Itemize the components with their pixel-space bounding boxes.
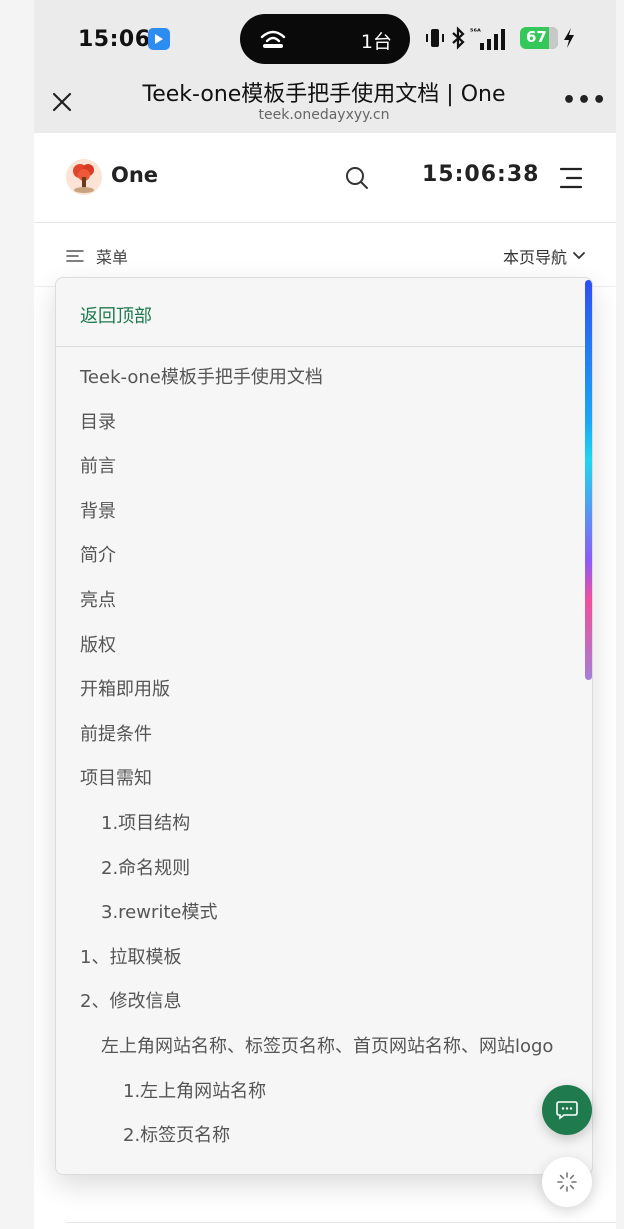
left-gutter <box>0 0 34 1229</box>
scrollbar-thumb[interactable] <box>585 280 592 680</box>
page-title: Teek-one模板手把手使用文档 | One <box>142 82 506 107</box>
battery-indicator: 67 <box>520 27 558 49</box>
menu-label: 菜单 <box>96 248 129 267</box>
divider <box>56 346 586 347</box>
dynamic-island: 1台 <box>240 14 410 64</box>
right-gutter <box>616 0 624 1229</box>
status-icons: ⁵⁶ᴬ 67 <box>424 26 584 52</box>
outline-item[interactable]: 版权 <box>56 631 586 676</box>
signal-icon: ⁵⁶ᴬ <box>470 27 505 50</box>
browser-title-bar: Teek-one模板手把手使用文档 | One teek.onedayxyy.c… <box>34 80 616 133</box>
status-time: 15:06 <box>78 27 151 52</box>
divider <box>66 1222 616 1223</box>
outline-item[interactable]: 开箱即用版 <box>56 675 586 720</box>
outline-item[interactable]: 前提条件 <box>56 720 586 765</box>
site-clock: 15:06:38 <box>422 162 540 187</box>
outline-item[interactable]: 3.rewrite模式 <box>56 898 586 943</box>
outline-item[interactable]: 1、拉取模板 <box>56 943 586 988</box>
list-icon <box>66 250 84 262</box>
outline-item[interactable]: 左上角网站名称、标签页名称、首页网站名称、网站logo <box>56 1032 586 1077</box>
outline-label: 本页导航 <box>502 248 567 267</box>
status-bar: 15:06 1台 ⁵⁶ᴬ 67 <box>34 0 616 80</box>
site-name[interactable]: One <box>111 163 158 187</box>
vibrate-icon <box>426 29 444 47</box>
outline-item[interactable]: 2.命名规则 <box>56 854 586 899</box>
outline-item[interactable]: 1.左上角网站名称 <box>56 1077 586 1122</box>
close-icon[interactable] <box>48 88 76 116</box>
outline-item[interactable]: Teek-one模板手把手使用文档 <box>56 363 586 408</box>
outline-item[interactable]: 2、修改信息 <box>56 987 586 1032</box>
charging-icon <box>564 28 574 48</box>
battery-level: 67 <box>526 28 547 46</box>
hotspot-icon <box>260 30 286 48</box>
bluetooth-icon <box>452 26 465 50</box>
svg-text:⁵⁶ᴬ: ⁵⁶ᴬ <box>470 27 481 36</box>
device-count: 1台 <box>360 31 392 53</box>
list-fade <box>56 1144 586 1174</box>
back-to-top-link[interactable]: 返回顶部 <box>80 302 152 328</box>
site-logo[interactable] <box>66 159 102 195</box>
search-icon[interactable] <box>344 165 370 191</box>
outline-item[interactable]: 背景 <box>56 497 586 542</box>
tree-logo-icon <box>66 159 102 195</box>
outline-toggle[interactable]: 本页导航 <box>503 244 586 268</box>
outline-item[interactable]: 简介 <box>56 541 586 586</box>
outline-item[interactable]: 亮点 <box>56 586 586 631</box>
site-header: One 15:06:38 <box>34 133 616 223</box>
outline-item[interactable]: 项目需知 <box>56 764 586 809</box>
outline-list: Teek-one模板手把手使用文档 目录 前言 背景 简介 亮点 版权 开箱即用… <box>56 363 586 1166</box>
phone-screen: 15:06 1台 ⁵⁶ᴬ 67 Teek-one模板手把手使用文档 | One … <box>34 0 616 1229</box>
sidebar-menu-toggle[interactable]: 菜单 <box>66 244 128 268</box>
chat-button[interactable] <box>542 1085 592 1135</box>
hamburger-icon[interactable] <box>558 166 584 190</box>
loading-button[interactable] <box>542 1157 592 1207</box>
more-icon[interactable]: ••• <box>562 88 606 116</box>
loading-icon <box>557 1172 577 1192</box>
outline-item[interactable]: 前言 <box>56 452 586 497</box>
page-url: teek.onedayxyy.cn <box>258 107 390 123</box>
outline-item[interactable]: 1.项目结构 <box>56 809 586 854</box>
outline-dropdown: 返回顶部 Teek-one模板手把手使用文档 目录 前言 背景 简介 亮点 版权… <box>55 277 593 1175</box>
chevron-down-icon <box>573 252 585 260</box>
chat-icon <box>556 1101 578 1120</box>
app-notification-icon <box>148 28 170 50</box>
outline-item[interactable]: 目录 <box>56 408 586 453</box>
